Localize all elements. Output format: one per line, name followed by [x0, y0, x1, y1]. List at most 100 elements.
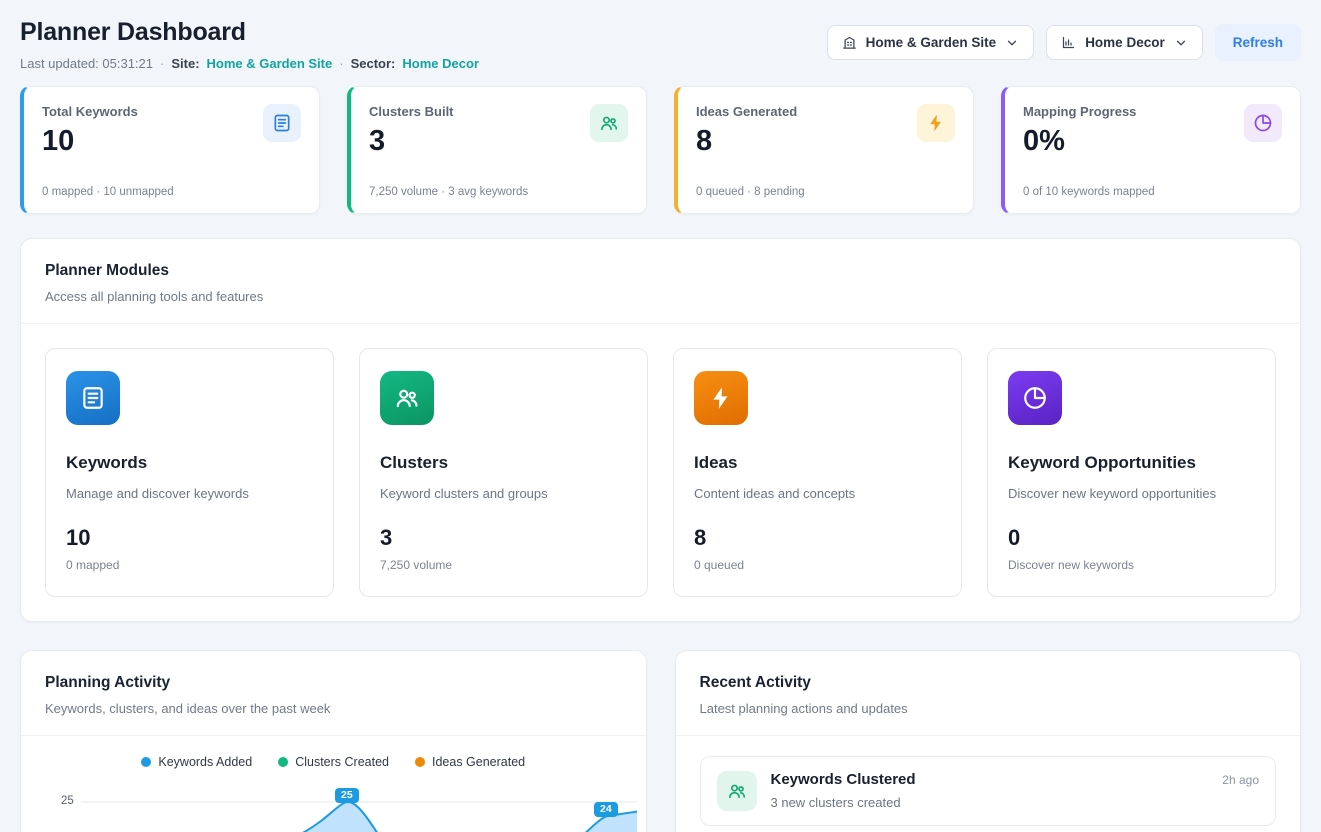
panel-header: Recent Activity Latest planning actions … — [676, 651, 1301, 736]
separator-dot: · — [160, 56, 164, 71]
stat-card-mapping-progress: Mapping Progress 0% 0 of 10 keywords map… — [1001, 86, 1301, 214]
module-title: Keywords — [66, 453, 313, 473]
stat-label: Ideas Generated — [696, 104, 805, 119]
modules-grid: Keywords Manage and discover keywords 10… — [45, 348, 1276, 597]
module-title: Keyword Opportunities — [1008, 453, 1255, 473]
recent-activity-item: Keywords Clustered 3 new clusters create… — [700, 756, 1277, 826]
stat-content: Mapping Progress 0% 0 of 10 keywords map… — [1023, 104, 1155, 198]
legend-item-ideas-generated: Ideas Generated — [415, 755, 525, 769]
document-icon — [263, 104, 301, 142]
module-description: Manage and discover keywords — [66, 486, 313, 501]
legend-item-keywords-added: Keywords Added — [141, 755, 252, 769]
stat-card-total-keywords: Total Keywords 10 0 mapped · 10 unmapped — [20, 86, 320, 214]
legend-dot — [141, 757, 151, 767]
module-title: Ideas — [694, 453, 941, 473]
panel-title: Planning Activity — [45, 674, 622, 692]
stat-value: 8 — [696, 125, 805, 158]
last-updated-text: Last updated: 05:31:21 — [20, 56, 153, 71]
panel-subtitle: Latest planning actions and updates — [700, 701, 1277, 716]
recent-activity-panel: Recent Activity Latest planning actions … — [675, 650, 1302, 832]
lightning-icon — [694, 371, 748, 425]
site-link[interactable]: Home & Garden Site — [207, 56, 333, 71]
breadcrumb: Last updated: 05:31:21 · Site: Home & Ga… — [20, 56, 479, 71]
recent-item-description: 3 new clusters created — [771, 795, 1209, 810]
stat-value: 3 — [369, 125, 528, 158]
stat-value: 0% — [1023, 125, 1155, 158]
bottom-row: Planning Activity Keywords, clusters, an… — [20, 650, 1301, 832]
recent-item-timestamp: 2h ago — [1222, 771, 1259, 787]
stat-card-clusters-built: Clusters Built 3 7,250 volume · 3 avg ke… — [347, 86, 647, 214]
module-tile-clusters[interactable]: Clusters Keyword clusters and groups 3 7… — [359, 348, 648, 597]
topbar-actions: Home & Garden Site Home Decor Refresh — [827, 24, 1301, 61]
stat-sub: 0 queued · 8 pending — [696, 176, 805, 198]
recent-item-text: Keywords Clustered 3 new clusters create… — [771, 771, 1209, 810]
module-value: 10 — [66, 525, 313, 551]
panel-subtitle: Keywords, clusters, and ideas over the p… — [45, 701, 622, 716]
module-value: 3 — [380, 525, 627, 551]
planner-modules-panel: Planner Modules Access all planning tool… — [20, 238, 1301, 622]
area-chart: 25 25 24 — [21, 779, 646, 832]
site-selector-value: Home & Garden Site — [866, 35, 997, 50]
legend-label: Clusters Created — [295, 755, 389, 769]
module-title: Clusters — [380, 453, 627, 473]
legend-dot — [415, 757, 425, 767]
building-icon — [842, 35, 857, 50]
panel-header: Planning Activity Keywords, clusters, an… — [21, 651, 646, 736]
sector-selector-dropdown[interactable]: Home Decor — [1046, 25, 1203, 60]
sector-label: Sector: — [351, 56, 396, 71]
stat-card-ideas-generated: Ideas Generated 8 0 queued · 8 pending — [674, 86, 974, 214]
stat-label: Total Keywords — [42, 104, 174, 119]
legend-item-clusters-created: Clusters Created — [278, 755, 389, 769]
site-label: Site: — [171, 56, 199, 71]
legend-label: Keywords Added — [158, 755, 252, 769]
sector-link[interactable]: Home Decor — [402, 56, 479, 71]
site-selector-dropdown[interactable]: Home & Garden Site — [827, 25, 1035, 60]
legend-label: Ideas Generated — [432, 755, 525, 769]
series-keywords-added-area — [81, 802, 637, 832]
panel-body: Keywords Manage and discover keywords 10… — [21, 324, 1300, 621]
chevron-down-icon — [1174, 36, 1188, 50]
stat-content: Total Keywords 10 0 mapped · 10 unmapped — [42, 104, 174, 198]
module-tile-keywords[interactable]: Keywords Manage and discover keywords 10… — [45, 348, 334, 597]
panel-title: Recent Activity — [700, 674, 1277, 692]
module-sub: 7,250 volume — [380, 558, 627, 572]
topbar-left: Planner Dashboard Last updated: 05:31:21… — [20, 18, 479, 71]
panel-title: Planner Modules — [45, 262, 1276, 280]
legend-dot — [278, 757, 288, 767]
area-chart-svg — [81, 779, 637, 832]
panel-header: Planner Modules Access all planning tool… — [21, 239, 1300, 324]
planner-dashboard-page: Planner Dashboard Last updated: 05:31:21… — [0, 0, 1321, 832]
pie-chart-icon — [1244, 104, 1282, 142]
recent-activity-list: Keywords Clustered 3 new clusters create… — [676, 736, 1301, 832]
stat-label: Mapping Progress — [1023, 104, 1155, 119]
data-point-label: 25 — [335, 788, 359, 803]
users-icon — [380, 371, 434, 425]
page-title: Planner Dashboard — [20, 18, 479, 47]
topbar: Planner Dashboard Last updated: 05:31:21… — [20, 18, 1301, 71]
stat-sub: 0 of 10 keywords mapped — [1023, 176, 1155, 198]
pie-chart-icon — [1008, 371, 1062, 425]
module-sub: Discover new keywords — [1008, 558, 1255, 572]
stat-value: 10 — [42, 125, 174, 158]
module-tile-ideas[interactable]: Ideas Content ideas and concepts 8 0 que… — [673, 348, 962, 597]
users-icon — [717, 771, 757, 811]
module-description: Discover new keyword opportunities — [1008, 486, 1255, 501]
lightning-icon — [917, 104, 955, 142]
data-point-label: 24 — [594, 802, 618, 817]
module-tile-keyword-opportunities[interactable]: Keyword Opportunities Discover new keywo… — [987, 348, 1276, 597]
sector-selector-value: Home Decor — [1085, 35, 1165, 50]
panel-subtitle: Access all planning tools and features — [45, 289, 1276, 304]
document-icon — [66, 371, 120, 425]
refresh-button[interactable]: Refresh — [1215, 24, 1301, 61]
module-description: Keyword clusters and groups — [380, 486, 627, 501]
separator-dot: · — [339, 56, 343, 71]
bar-chart-icon — [1061, 35, 1076, 50]
module-sub: 0 queued — [694, 558, 941, 572]
y-axis-tick: 25 — [61, 795, 74, 807]
users-icon — [590, 104, 628, 142]
chevron-down-icon — [1005, 36, 1019, 50]
stat-sub: 0 mapped · 10 unmapped — [42, 176, 174, 198]
module-value: 8 — [694, 525, 941, 551]
stats-row: Total Keywords 10 0 mapped · 10 unmapped… — [20, 86, 1301, 214]
planning-activity-panel: Planning Activity Keywords, clusters, an… — [20, 650, 647, 832]
